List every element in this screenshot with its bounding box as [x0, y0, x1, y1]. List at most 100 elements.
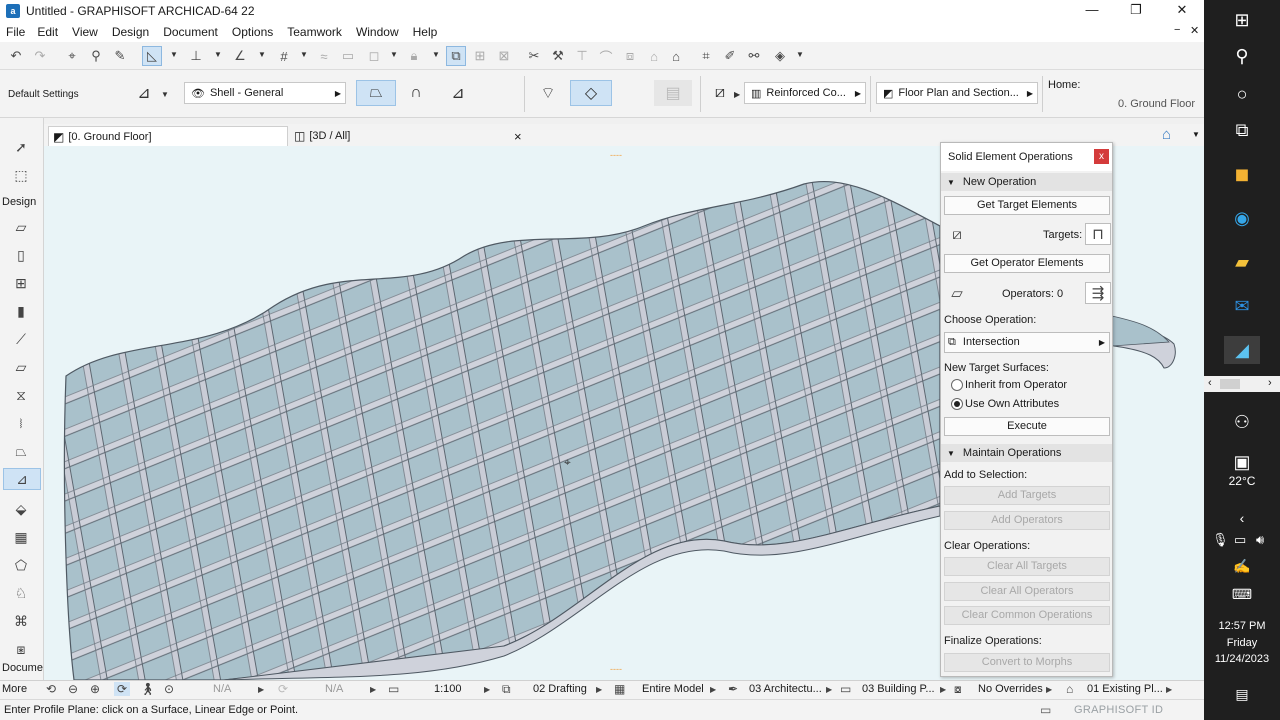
home-story-value[interactable]: 0. Ground Floor [1118, 98, 1195, 110]
keyboard-icon[interactable]: ⌨ [1230, 582, 1254, 606]
structure-icon[interactable]: ⧄ [704, 80, 736, 106]
target-selection-icon[interactable]: ⊓ [1085, 223, 1111, 245]
redo-icon[interactable]: ↷ [30, 46, 50, 66]
menu-view[interactable]: View [72, 25, 98, 39]
marquee-tool-icon[interactable]: ⬚ [10, 164, 32, 186]
layer-dropdown[interactable]: 👁︎ Shell - General ▶ [184, 82, 346, 104]
grid-snap-icon[interactable]: # [274, 46, 294, 66]
archicad-taskbar-icon[interactable]: ◢ [1224, 336, 1260, 364]
section-maintain-operations[interactable]: ▼ Maintain Operations [941, 444, 1112, 462]
windows-start-icon[interactable]: ⊞ [1230, 8, 1254, 32]
geometry-method-icon[interactable]: ⌔ [534, 80, 562, 106]
view-dropdown[interactable]: ◩ Floor Plan and Section... ▶ [876, 82, 1038, 104]
render-icon[interactable]: ◈ [770, 46, 790, 66]
marquee-icon[interactable]: ◻ [364, 46, 384, 66]
magic-wand-icon[interactable]: ⚲ [86, 46, 106, 66]
profile-icon[interactable]: ▤ [654, 80, 692, 106]
tab-3d-all[interactable]: ◫ [3D / All] × [290, 126, 528, 146]
ungroup-icon[interactable]: ⊠ [494, 46, 514, 66]
add-operators-button[interactable]: Add Operators [944, 511, 1110, 530]
inherit-from-operator-label[interactable]: Inherit from Operator [965, 379, 1067, 391]
doc-close-button[interactable]: ✕ [1190, 24, 1199, 37]
menu-document[interactable]: Document [163, 25, 218, 39]
microphone-icon[interactable]: 🎙︎ [1212, 532, 1229, 548]
pen-icon[interactable]: ✍ [1230, 554, 1254, 578]
task-view-icon[interactable]: ⧉ [1230, 118, 1254, 142]
clear-all-targets-button[interactable]: Clear All Targets [944, 557, 1110, 576]
mail-icon[interactable]: ✉ [1230, 294, 1254, 318]
suspend-groups-icon[interactable]: ⊞ [470, 46, 490, 66]
renovation-value[interactable]: 01 Existing Pl... [1087, 683, 1163, 695]
material-dropdown[interactable]: ▥ Reinforced Co... ▶ [744, 82, 866, 104]
layout-toggle-icon[interactable]: ▭ [1040, 703, 1051, 717]
object-tool-icon[interactable]: ♘ [10, 582, 32, 604]
convert-to-morphs-button[interactable]: Convert to Morphs [944, 653, 1110, 672]
zone-tool-icon[interactable]: ⌘ [10, 610, 32, 632]
operator-selection-icon[interactable]: ⇶ [1085, 282, 1111, 304]
get-operator-elements-button[interactable]: Get Operator Elements [944, 254, 1110, 273]
chevron-down-icon[interactable]: ▼ [796, 50, 804, 59]
weather-icon[interactable]: ▣ [1230, 450, 1254, 474]
scroll-right-icon[interactable]: › [1268, 377, 1272, 389]
chevron-right-icon[interactable]: ▶ [596, 685, 602, 694]
zoom-value[interactable]: N/A [213, 683, 231, 695]
chevron-down-icon[interactable]: ▼ [161, 90, 169, 99]
shell-tool-icon[interactable]: ⊿ [3, 468, 41, 490]
operation-dropdown[interactable]: ⧉ Intersection ▶ [944, 332, 1110, 353]
menu-edit[interactable]: Edit [37, 25, 58, 39]
file-explorer-icon[interactable]: ▰ [1230, 250, 1254, 274]
search-icon[interactable]: ⚲ [1230, 44, 1254, 68]
palette-title-bar[interactable]: Solid Element Operations x [941, 143, 1112, 171]
volume-icon[interactable]: 🔊︎ [1256, 532, 1264, 548]
scale-value[interactable]: 1:100 [434, 683, 462, 695]
orbit-icon[interactable]: ⟳ [114, 682, 131, 696]
skylight-tool-icon[interactable]: ⬙ [10, 498, 32, 520]
chevron-down-icon[interactable]: ▼ [390, 50, 398, 59]
execute-button[interactable]: Execute [944, 417, 1110, 436]
clock-date[interactable]: 11/24/2023 [1204, 653, 1280, 665]
chevron-down-icon[interactable]: ▼ [170, 50, 178, 59]
extruded-shell-icon[interactable]: ⏢ [356, 80, 396, 106]
split-icon[interactable]: ✂ [524, 46, 544, 66]
pen-set-value[interactable]: 03 Architectu... [749, 683, 822, 695]
guide-line-icon[interactable]: ◺ [142, 46, 162, 66]
angle-icon[interactable]: ∠ [230, 46, 250, 66]
railing-tool-icon[interactable]: ⧘ [10, 412, 32, 434]
zoom-in-icon[interactable]: ⊕ [90, 682, 100, 696]
zoom-fit-icon[interactable]: ⊙ [164, 682, 174, 696]
chevron-right-icon[interactable]: ▶ [940, 685, 946, 694]
inherit-from-operator-radio[interactable] [951, 379, 963, 391]
menu-teamwork[interactable]: Teamwork [287, 25, 342, 39]
clock-day[interactable]: Friday [1204, 637, 1280, 649]
get-target-elements-button[interactable]: Get Target Elements [944, 196, 1110, 215]
use-own-attributes-label[interactable]: Use Own Attributes [965, 398, 1059, 410]
dimension-icon[interactable]: ⚯ [744, 46, 764, 66]
chevron-left-icon[interactable]: ‹ [1230, 506, 1254, 530]
column-tool-icon[interactable]: ▮ [10, 300, 32, 322]
menu-help[interactable]: Help [413, 25, 438, 39]
stretch-icon[interactable]: ⌂ [644, 46, 664, 66]
chevron-right-icon[interactable]: ▶ [734, 90, 740, 99]
menu-file[interactable]: File [6, 25, 25, 39]
mesh-tool-icon[interactable]: ⧆ [10, 638, 32, 660]
scroll-thumb[interactable] [1220, 379, 1240, 389]
arrow-select-icon[interactable]: ➚ [10, 136, 32, 158]
clear-all-operators-button[interactable]: Clear All Operators [944, 582, 1110, 601]
chevron-down-icon[interactable]: ▼ [432, 50, 440, 59]
window-tool-icon[interactable]: ⊞ [10, 272, 32, 294]
doc-minimize-button[interactable]: − [1174, 24, 1180, 36]
snap-guides-icon[interactable]: ⊥ [186, 46, 206, 66]
slab-tool-icon[interactable]: ⏥ [10, 356, 32, 378]
offset-icon[interactable]: ⧈ [620, 46, 640, 66]
overrides-value[interactable]: No Overrides [978, 683, 1043, 695]
notifications-icon[interactable]: ▤ [1230, 682, 1254, 706]
eyedropper-icon[interactable]: ✎ [110, 46, 130, 66]
ruled-shell-icon[interactable]: ⊿ [444, 80, 472, 106]
revolved-shell-icon[interactable]: ∩ [402, 80, 430, 106]
rotation-value[interactable]: N/A [325, 683, 343, 695]
scroll-left-icon[interactable]: ‹ [1208, 377, 1212, 389]
layer-combo-value[interactable]: 02 Drafting [533, 683, 587, 695]
toolbox-section-more-label[interactable]: More [2, 683, 27, 695]
mvo-value[interactable]: 03 Building P... [862, 683, 935, 695]
chevron-right-icon[interactable]: ▶ [1046, 685, 1052, 694]
